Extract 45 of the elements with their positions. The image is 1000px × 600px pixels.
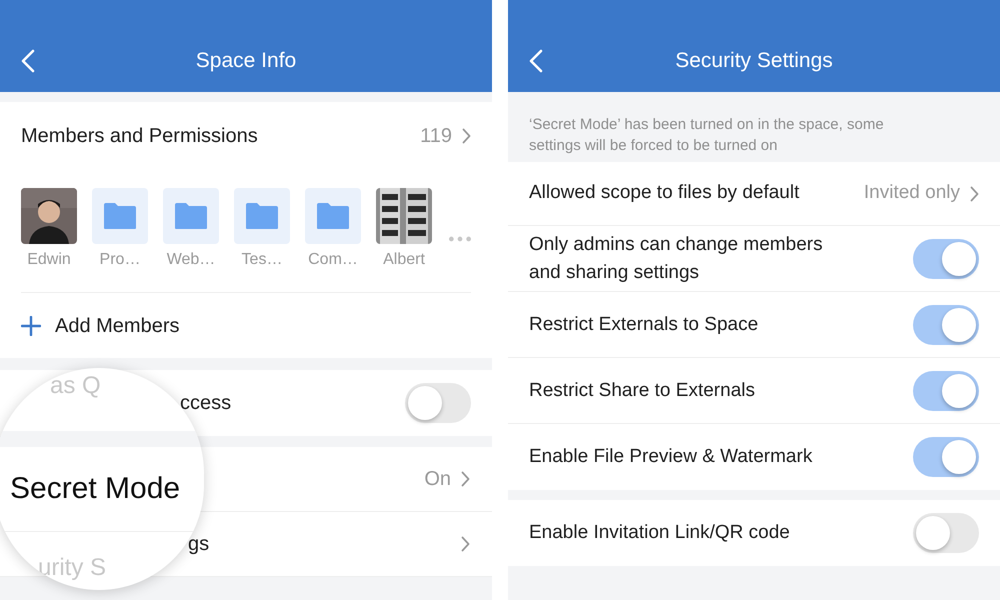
toggle-switch[interactable] [405,383,471,423]
section-title: Members and Permissions [21,124,258,149]
more-icon[interactable] [449,236,471,242]
row-label: gs [188,532,210,557]
back-icon [21,49,35,73]
screen-title: Space Info [194,48,298,74]
folder-tile[interactable] [92,188,148,244]
toggle-switch[interactable] [913,370,979,410]
folder-tile[interactable] [163,188,219,244]
chevron-right-icon [970,186,979,202]
row-label: Allowed scope to files by default [529,181,800,206]
member-name: Tes… [242,250,282,270]
member-name: Web… [166,250,216,270]
row-label: Only admins can change members and sharing settings [529,232,824,284]
chevron-right-icon [461,536,470,552]
folder-icon [316,202,350,230]
folder-icon [103,202,137,230]
screen-title: Security Settings [674,48,834,74]
toggle-switch[interactable] [913,304,979,344]
chevron-right-icon [461,471,470,487]
notice-text: ‘Secret Mode’ has been turned on in the space, some settings will be forced to be turned on [528,115,885,156]
toggle-switch[interactable] [913,437,979,477]
row-label: Secret Mode [10,471,182,507]
row-label: Restrict Externals to Space [529,312,758,336]
member-name: Edwin [27,250,71,270]
folder-icon [245,202,279,230]
member-name: Pro… [100,250,140,270]
row-value: On [424,467,451,492]
toggle-switch[interactable] [913,513,979,553]
folder-icon [174,202,208,230]
add-members-button[interactable]: Add Members [21,293,180,358]
row-label: Enable Invitation Link/QR code [529,521,790,545]
plus-icon [21,316,41,336]
row-label: Restrict Share to Externals [529,378,755,402]
member-name: Albert [383,250,425,270]
row-label: ccess [180,391,232,416]
row-value: Invited only [864,181,960,206]
folder-tile[interactable] [305,188,361,244]
row-label: Enable File Preview & Watermark [529,445,812,469]
member-count: 119 [420,124,452,149]
back-icon [529,49,543,73]
folder-tile[interactable] [234,188,290,244]
toggle-switch[interactable] [913,238,979,278]
chevron-right-icon [462,128,471,144]
member-name: Com… [308,250,358,270]
